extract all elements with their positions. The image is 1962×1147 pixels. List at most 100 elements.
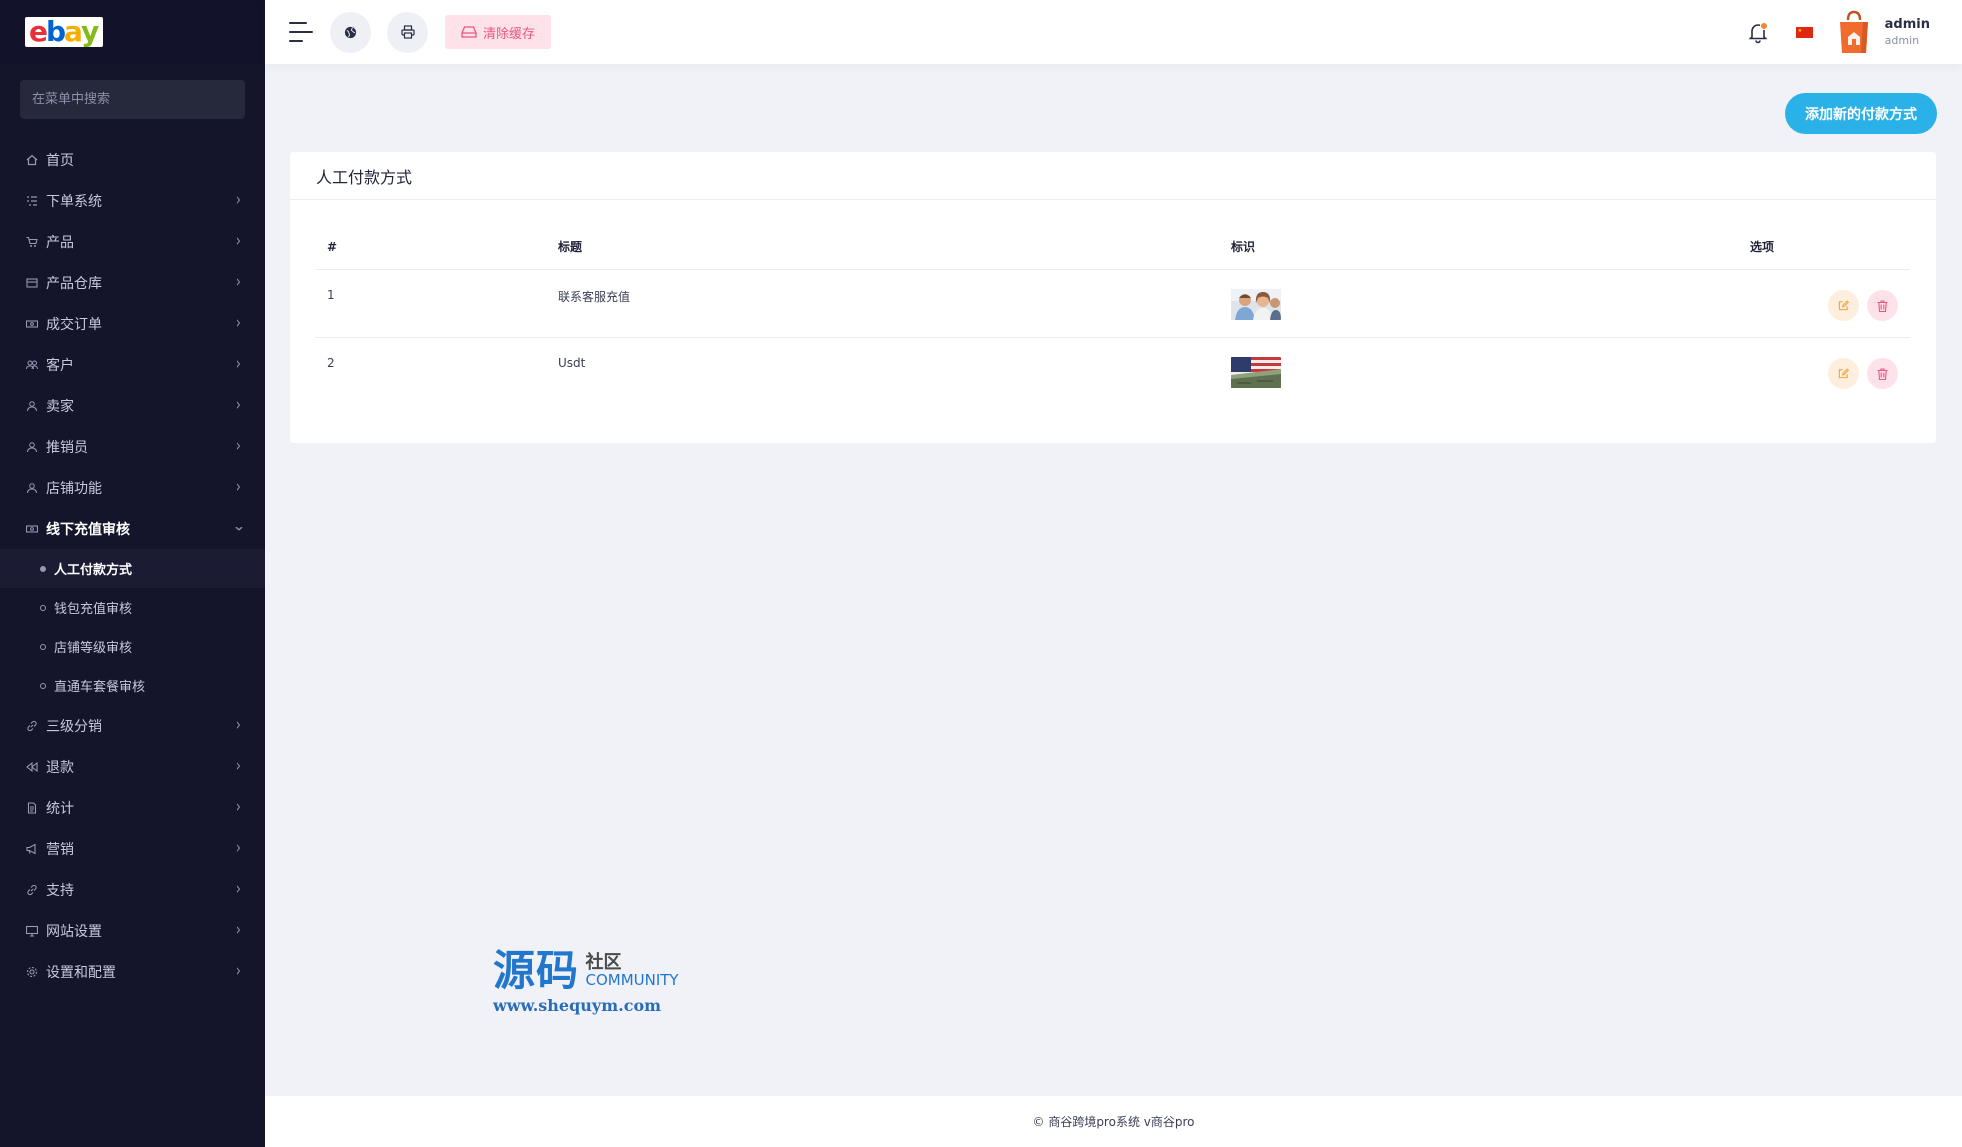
bullet-icon xyxy=(40,643,46,650)
chevron-right-icon: › xyxy=(235,190,241,211)
row-index: 2 xyxy=(327,356,335,370)
sidebar-item-label: 产品 xyxy=(46,234,74,251)
sidebar-item-label: 退款 xyxy=(46,759,74,776)
user-menu[interactable]: admin admin xyxy=(1885,17,1930,47)
sidebar-subitem-manual-payment[interactable]: 人工付款方式 xyxy=(0,549,265,588)
trash-icon xyxy=(1877,299,1888,312)
chevron-right-icon: › xyxy=(235,231,241,252)
sidebar-subitem-shop-level[interactable]: 店铺等级审核 xyxy=(0,627,265,666)
avatar[interactable] xyxy=(1837,10,1871,54)
row-title: Usdt xyxy=(558,356,586,370)
logo-letter: a xyxy=(64,17,83,47)
sidebar-nav: 首页 下单系统 › 产品 › 产品仓库 › 成交订单 › 客户 › 卖家 › 推… xyxy=(0,139,265,992)
sidebar-item-salesmen[interactable]: 推销员 › xyxy=(0,426,265,467)
column-header: 标题 xyxy=(558,240,583,254)
logo-letter: y xyxy=(80,17,99,47)
link-icon xyxy=(25,883,39,897)
sidebar-item-label: 首页 xyxy=(46,152,74,169)
footer-text: © 商谷跨境pro系统 v商谷pro xyxy=(1032,1115,1195,1129)
sidebar-item-shop-features[interactable]: 店铺功能 › xyxy=(0,467,265,508)
chevron-right-icon: › xyxy=(235,756,241,777)
bullet-icon xyxy=(40,565,46,572)
clear-cache-button[interactable]: 清除缓存 xyxy=(445,15,552,49)
desktop-icon xyxy=(25,924,39,938)
sidebar-subnav: 人工付款方式 钱包充值审核 店铺等级审核 直通车套餐审核 xyxy=(0,549,265,705)
sidebar-item-marketing[interactable]: 营销 › xyxy=(0,828,265,869)
list-icon xyxy=(25,194,39,208)
table-row: 2 Usdt xyxy=(315,338,1910,406)
footer: © 商谷跨境pro系统 v商谷pro xyxy=(265,1096,1962,1147)
link-icon xyxy=(25,719,39,733)
sidebar-item-label: 店铺功能 xyxy=(46,480,102,497)
sidebar-item-home[interactable]: 首页 xyxy=(0,139,265,180)
sidebar-item-support[interactable]: 支持 › xyxy=(0,869,265,910)
user-icon xyxy=(25,481,39,495)
add-payment-method-button[interactable]: 添加新的付款方式 xyxy=(1785,93,1937,134)
column-header: 选项 xyxy=(1750,240,1775,254)
sidebar-item-customers[interactable]: 客户 › xyxy=(0,344,265,385)
globe-icon xyxy=(344,26,357,38)
sidebar-item-label: 统计 xyxy=(46,800,74,817)
language-flag-icon[interactable] xyxy=(1795,26,1813,38)
edit-button[interactable] xyxy=(1828,290,1859,321)
delete-button[interactable] xyxy=(1867,290,1898,321)
us-flag-photo-image xyxy=(1231,357,1281,388)
sidebar-subitem-label: 店铺等级审核 xyxy=(54,641,133,656)
users-icon xyxy=(25,358,39,372)
sidebar-item-refunds[interactable]: 退款 › xyxy=(0,746,265,787)
user-icon xyxy=(25,399,39,413)
bullet-icon xyxy=(40,604,46,611)
sidebar-item-warehouse[interactable]: 产品仓库 › xyxy=(0,262,265,303)
card-title: 人工付款方式 xyxy=(290,152,1936,200)
sidebar-item-label: 营销 xyxy=(46,841,74,858)
user-tie-icon xyxy=(25,440,39,454)
printer-icon xyxy=(400,25,415,39)
money-icon xyxy=(25,317,39,331)
payment-methods-table: # 标题 标识 选项 1 联系客服充值 2 Usdt xyxy=(315,224,1910,406)
edit-button[interactable] xyxy=(1828,358,1859,389)
chevron-right-icon: › xyxy=(235,797,241,818)
edit-icon xyxy=(1838,368,1849,379)
sidebar-item-label: 三级分销 xyxy=(46,718,102,735)
sidebar-item-config[interactable]: 设置和配置 › xyxy=(0,951,265,992)
user-role: admin xyxy=(1884,34,1920,47)
menu-toggle-icon[interactable] xyxy=(289,22,313,42)
sidebar-item-label: 产品仓库 xyxy=(46,275,102,292)
money-icon xyxy=(25,522,39,536)
sidebar-item-label: 网站设置 xyxy=(46,923,102,940)
sidebar-item-sellers[interactable]: 卖家 › xyxy=(0,385,265,426)
row-logo xyxy=(1231,288,1750,320)
chevron-right-icon: › xyxy=(235,715,241,736)
delete-button[interactable] xyxy=(1867,358,1898,389)
sidebar-item-site-settings[interactable]: 网站设置 › xyxy=(0,910,265,951)
payment-methods-card: 人工付款方式 # 标题 标识 选项 1 联系客服充值 2 Usdt xyxy=(290,152,1936,443)
website-button[interactable] xyxy=(330,11,371,53)
sidebar-item-order-system[interactable]: 下单系统 › xyxy=(0,180,265,221)
watermark-side-top: 社区 xyxy=(585,952,622,973)
home-icon xyxy=(25,153,39,167)
sidebar-subitem-label: 钱包充值审核 xyxy=(54,602,133,617)
sidebar-item-statistics[interactable]: 统计 › xyxy=(0,787,265,828)
watermark-url: www.shequym.com xyxy=(493,996,662,1015)
sidebar-item-distribution[interactable]: 三级分销 › xyxy=(0,705,265,746)
sidebar-item-orders[interactable]: 成交订单 › xyxy=(0,303,265,344)
gear-icon xyxy=(25,965,39,979)
ebay-logo[interactable]: ebay xyxy=(25,17,103,47)
print-button[interactable] xyxy=(387,11,428,53)
sidebar-item-label: 推销员 xyxy=(46,439,88,456)
sidebar-subitem-express-package[interactable]: 直通车套餐审核 xyxy=(0,666,265,705)
bullet-icon xyxy=(40,682,46,689)
sidebar-subitem-wallet-recharge[interactable]: 钱包充值审核 xyxy=(0,588,265,627)
sidebar: ebay 首页 下单系统 › 产品 › 产品仓库 › 成交订单 › xyxy=(0,0,265,1147)
sidebar-item-label: 下单系统 xyxy=(46,193,102,210)
logo-letter: b xyxy=(46,17,66,47)
trash-icon xyxy=(1877,367,1888,380)
notifications-button[interactable] xyxy=(1746,20,1770,44)
sidebar-item-offline-recharge[interactable]: 线下充值审核 › xyxy=(0,508,265,549)
cart-icon xyxy=(25,235,39,249)
watermark-main: 源码 xyxy=(493,946,580,995)
sidebar-item-products[interactable]: 产品 › xyxy=(0,221,265,262)
sidebar-item-label: 成交订单 xyxy=(46,316,102,333)
sidebar-item-label: 设置和配置 xyxy=(46,964,116,981)
menu-search-input[interactable] xyxy=(20,80,245,119)
